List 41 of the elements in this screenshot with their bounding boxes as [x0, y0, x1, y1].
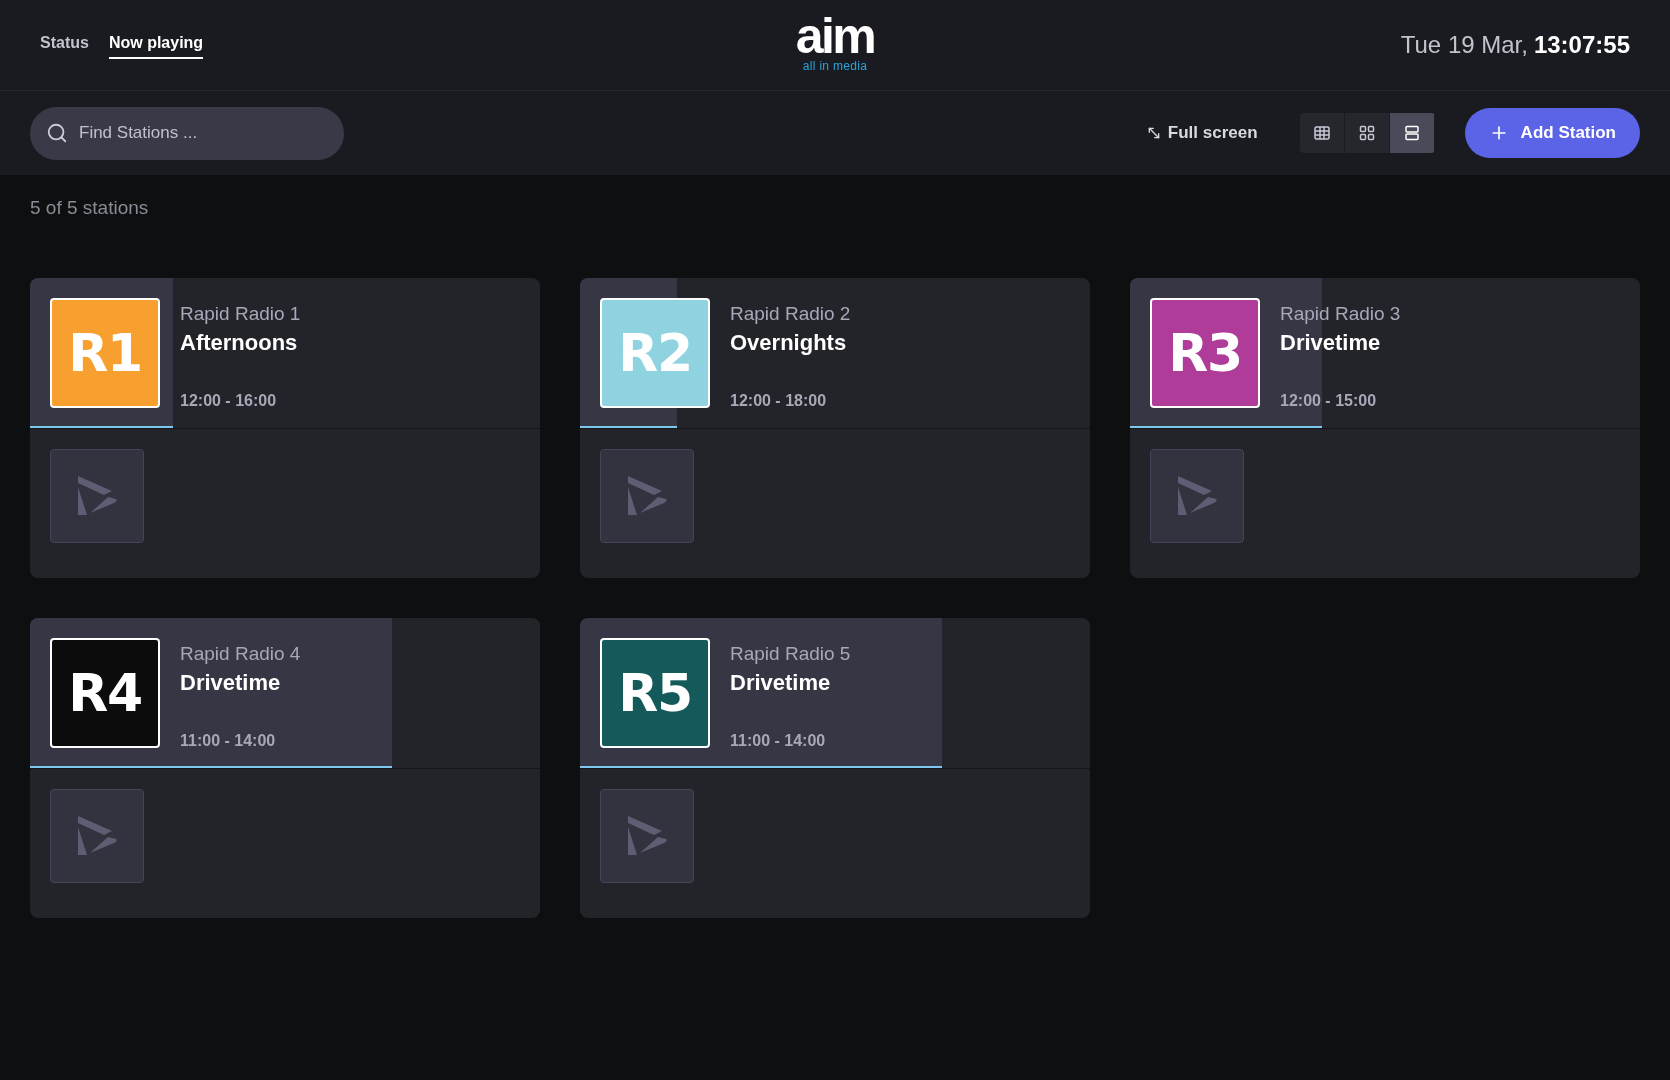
clock-date: Tue 19 Mar,: [1400, 30, 1528, 60]
play-tile[interactable]: [50, 788, 144, 883]
station-name: Rapid Radio 4: [180, 641, 301, 666]
fullscreen-button[interactable]: Full screen: [1145, 120, 1258, 146]
add-station-button[interactable]: Add Station: [1464, 108, 1640, 158]
station-logo: R4: [50, 637, 160, 748]
show-time: 12:00 - 15:00: [1280, 391, 1378, 411]
show-time: 11:00 - 14:00: [180, 731, 277, 751]
show-title: Overnights: [730, 329, 848, 357]
search-icon: [46, 121, 68, 144]
view-toggle[interactable]: [1344, 113, 1390, 153]
show-title: Drivetime: [180, 669, 282, 697]
play-tile[interactable]: [1150, 448, 1244, 543]
view-toggle[interactable]: [1299, 113, 1345, 153]
search-field[interactable]: Find Stations ...: [30, 106, 344, 160]
nav-tab[interactable]: Now playing: [108, 31, 204, 59]
show-title: Afternoons: [180, 329, 299, 357]
brand-logo: aim all in media: [795, 12, 875, 72]
rows-view-icon: [1403, 125, 1420, 141]
station-logo: R2: [600, 297, 710, 408]
station-name: Rapid Radio 3: [1280, 301, 1401, 326]
station-name: Rapid Radio 2: [730, 301, 851, 326]
station-count: 5 of 5 stations: [30, 196, 150, 220]
show-time: 12:00 - 18:00: [730, 391, 828, 411]
nav-tab[interactable]: Status: [40, 31, 89, 59]
view-toggle[interactable]: [1389, 113, 1435, 153]
grid-view-icon: [1358, 125, 1375, 141]
play-tile[interactable]: [600, 448, 694, 543]
table-view-icon: [1313, 125, 1330, 141]
station-logo: R5: [600, 637, 710, 748]
show-time: 12:00 - 16:00: [180, 391, 278, 411]
station-logo: R1: [50, 297, 160, 408]
clock-time: 13:07:55: [1533, 30, 1630, 60]
show-title: Drivetime: [730, 669, 832, 697]
play-tile[interactable]: [600, 788, 694, 883]
station-logo: R3: [1150, 297, 1260, 408]
play-tile[interactable]: [50, 448, 144, 543]
station-name: Rapid Radio 5: [730, 641, 851, 666]
show-title: Drivetime: [1280, 329, 1382, 357]
show-time: 11:00 - 14:00: [730, 731, 827, 751]
station-name: Rapid Radio 1: [180, 301, 301, 326]
